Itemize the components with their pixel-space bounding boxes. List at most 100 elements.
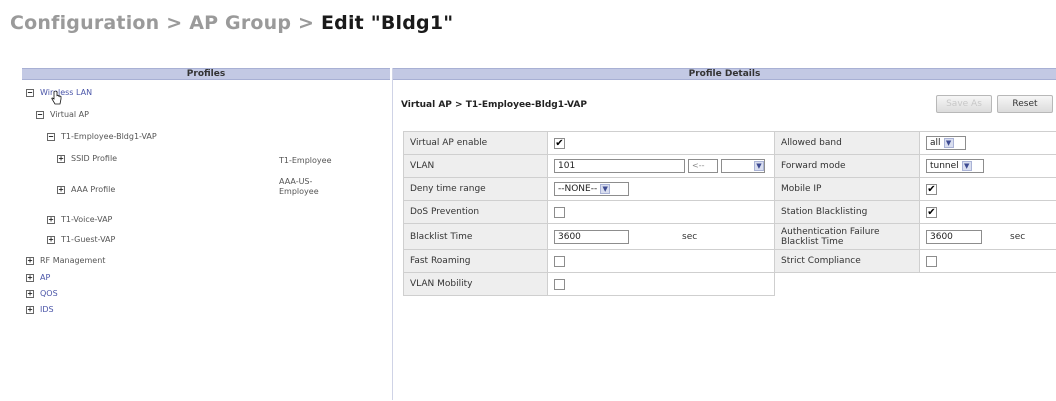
allowed-band-select[interactable]: all ▼ — [926, 136, 966, 150]
tree-item-label[interactable]: AP — [40, 273, 50, 282]
tree-item-aaa-profile[interactable]: + AAA Profile — [57, 185, 115, 194]
collapse-icon[interactable]: − — [26, 88, 34, 97]
tree-item-label[interactable]: Virtual AP — [50, 110, 89, 119]
breadcrumb-configuration[interactable]: Configuration — [10, 12, 159, 34]
field-label: Virtual AP enable — [403, 131, 548, 155]
profiles-tree: − Wireless LAN − Virtual AP − T1-Employe… — [22, 80, 390, 400]
expand-icon[interactable]: + — [26, 305, 34, 314]
deny-time-range-select[interactable]: --NONE-- ▼ — [554, 182, 629, 196]
profile-fields-grid: Virtual AP enable ✔ Allowed band all ▼ V… — [403, 131, 1056, 296]
profile-details-header: Profile Details — [393, 68, 1056, 80]
aaa-profile-value-line1: AAA-US- — [279, 177, 313, 186]
expand-icon[interactable]: + — [57, 185, 65, 194]
ssid-profile-value[interactable]: T1-Employee — [279, 156, 331, 166]
vlan-mobility-checkbox[interactable] — [554, 278, 565, 290]
field-label: Mobile IP — [774, 177, 920, 201]
blacklist-time-input[interactable]: 3600 — [554, 229, 629, 244]
dos-prevention-checkbox[interactable] — [554, 206, 565, 218]
expand-icon[interactable]: + — [26, 273, 34, 282]
tree-item-label[interactable]: RF Management — [40, 256, 105, 265]
table-row: VLAN 101 <-- ▼ Forward mode tunnel ▼ — [403, 154, 1056, 178]
tree-item-employee-vap[interactable]: − T1-Employee-Bldg1-VAP — [47, 132, 157, 141]
tree-item-wireless-lan[interactable]: − Wireless LAN — [26, 88, 92, 105]
tree-item-label[interactable]: IDS — [40, 305, 54, 314]
field-label: VLAN Mobility — [403, 272, 548, 296]
table-row: VLAN Mobility — [403, 272, 1056, 296]
mobile-ip-checkbox[interactable]: ✔ — [926, 183, 937, 195]
virtual-ap-enable-checkbox[interactable]: ✔ — [554, 137, 565, 149]
mobile-ip-cell: ✔ — [919, 177, 1056, 201]
tree-item-guest-vap[interactable]: + T1-Guest-VAP — [47, 235, 115, 244]
tree-item-label[interactable]: QOS — [40, 289, 58, 298]
breadcrumb-separator: > — [298, 12, 315, 34]
tree-item-voice-vap[interactable]: + T1-Voice-VAP — [47, 215, 112, 224]
vlan-select[interactable]: ▼ — [721, 159, 765, 173]
expand-icon[interactable]: + — [26, 289, 34, 298]
field-label: Strict Compliance — [774, 249, 920, 273]
strict-compliance-checkbox[interactable] — [926, 255, 937, 267]
page-header: Configuration > AP Group > Edit "Bldg1" — [0, 0, 1056, 50]
save-as-button[interactable]: Save As — [936, 95, 992, 113]
empty-cell — [774, 272, 920, 296]
reset-button[interactable]: Reset — [997, 95, 1053, 113]
breadcrumb-ap-group[interactable]: AP Group — [189, 12, 291, 34]
breadcrumb: Configuration > AP Group > Edit "Bldg1" — [10, 12, 453, 34]
table-row: Deny time range --NONE-- ▼ Mobile IP ✔ — [403, 177, 1056, 201]
tree-item-ssid-profile[interactable]: + SSID Profile — [57, 154, 117, 163]
chevron-down-icon: ▼ — [961, 161, 972, 171]
expand-icon[interactable]: + — [47, 215, 55, 224]
vlan-mobility-cell — [547, 272, 775, 296]
field-label: Blacklist Time — [403, 223, 548, 250]
allowed-band-value: all — [930, 138, 941, 148]
aaa-profile-value[interactable]: AAA-US- Employee — [279, 177, 319, 197]
tree-item-qos[interactable]: + QOS — [26, 289, 58, 298]
strict-compliance-cell — [919, 249, 1056, 273]
allowed-band-cell: all ▼ — [919, 131, 1056, 155]
tree-item-label[interactable]: T1-Guest-VAP — [61, 235, 115, 244]
empty-cell — [919, 272, 1056, 296]
tree-item-label[interactable]: AAA Profile — [71, 185, 115, 194]
field-label: Deny time range — [403, 177, 548, 201]
expand-icon[interactable]: + — [26, 256, 34, 265]
station-blacklisting-cell: ✔ — [919, 200, 1056, 224]
fast-roaming-checkbox[interactable] — [554, 255, 565, 267]
field-label-line2: Blacklist Time — [781, 236, 844, 247]
dos-prevention-cell — [547, 200, 775, 224]
deny-time-range-cell: --NONE-- ▼ — [547, 177, 775, 201]
fast-roaming-cell — [547, 249, 775, 273]
profile-details-title: Virtual AP > T1-Employee-Bldg1-VAP — [401, 100, 587, 110]
tree-item-virtual-ap[interactable]: − Virtual AP — [36, 110, 89, 119]
field-label: Forward mode — [774, 154, 920, 178]
tree-item-label[interactable]: T1-Voice-VAP — [61, 215, 112, 224]
table-row: Blacklist Time 3600 sec Authentication F… — [403, 223, 1056, 250]
tree-item-label[interactable]: Wireless LAN — [40, 88, 92, 97]
field-label: Fast Roaming — [403, 249, 548, 273]
table-row: Fast Roaming Strict Compliance — [403, 249, 1056, 273]
blacklist-time-unit: sec — [682, 231, 698, 242]
auth-failure-blacklist-time-unit: sec — [1010, 231, 1026, 242]
forward-mode-select[interactable]: tunnel ▼ — [926, 159, 984, 173]
tree-item-label[interactable]: T1-Employee-Bldg1-VAP — [61, 132, 157, 141]
forward-mode-cell: tunnel ▼ — [919, 154, 1056, 178]
expand-icon[interactable]: + — [47, 235, 55, 244]
tree-item-rf-management[interactable]: + RF Management — [26, 256, 105, 265]
field-label-line1: Authentication Failure — [781, 226, 880, 237]
profiles-panel: Profiles − Wireless LAN − Virtual AP − T… — [22, 68, 390, 400]
tree-item-ap[interactable]: + AP — [26, 273, 50, 282]
tree-item-ids[interactable]: + IDS — [26, 305, 54, 314]
expand-icon[interactable]: + — [57, 154, 65, 163]
auth-failure-blacklist-time-input[interactable]: 3600 — [926, 229, 982, 244]
forward-mode-value: tunnel — [930, 161, 959, 171]
collapse-icon[interactable]: − — [36, 110, 44, 119]
station-blacklisting-checkbox[interactable]: ✔ — [926, 206, 937, 218]
deny-time-range-value: --NONE-- — [558, 184, 598, 194]
field-label: Allowed band — [774, 131, 920, 155]
vlan-input[interactable]: 101 — [554, 159, 685, 173]
collapse-icon[interactable]: − — [47, 132, 55, 141]
vlan-add-button[interactable]: <-- — [688, 159, 718, 173]
blacklist-time-cell: 3600 sec — [547, 223, 775, 250]
field-label: VLAN — [403, 154, 548, 178]
profile-details-panel: Profile Details Virtual AP > T1-Employee… — [392, 68, 1056, 400]
tree-item-label[interactable]: SSID Profile — [71, 154, 117, 163]
profiles-header: Profiles — [22, 68, 390, 80]
